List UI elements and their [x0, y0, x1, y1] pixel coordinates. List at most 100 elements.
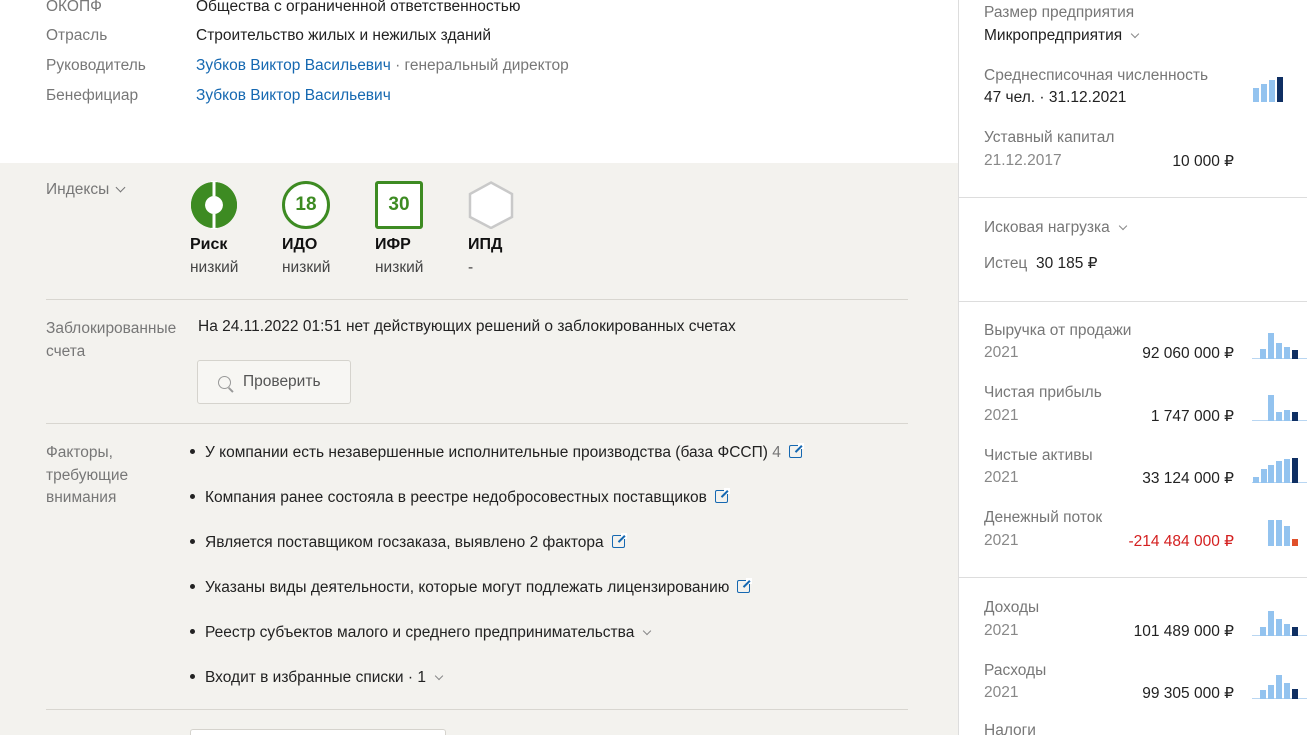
- divider: [46, 299, 908, 300]
- plaintiff-value: 30 185 ₽: [1035, 255, 1098, 272]
- headcount-label: Среднесписочная численность: [984, 67, 1209, 84]
- factors-label: Факторы, требующие внимания: [46, 444, 129, 506]
- income-label: Доходы: [984, 599, 1040, 616]
- external-link-icon[interactable]: [788, 443, 804, 458]
- headcount-value: 47 чел. · 31.12.2021: [984, 89, 1127, 106]
- external-link-icon[interactable]: [737, 578, 753, 593]
- ifr-badge[interactable]: 30: [375, 181, 423, 229]
- income-value: 101 489 000 ₽: [1133, 623, 1234, 640]
- profit-sparkline[interactable]: [1252, 389, 1307, 421]
- net-assets-label: Чистые активы: [984, 447, 1093, 464]
- ifr-level: низкий: [375, 259, 424, 276]
- capital-label: Уставный капитал: [984, 129, 1115, 146]
- search-icon: [218, 375, 231, 389]
- check-button[interactable]: Проверить: [197, 360, 351, 404]
- expenses-sparkline[interactable]: [1252, 667, 1307, 699]
- factor-text: У компании есть незавершенные исполнител…: [205, 444, 768, 461]
- chevron-down-icon: [115, 182, 126, 193]
- partial-field[interactable]: [190, 729, 446, 735]
- beneficiary-value: Зубков Виктор Васильевич: [196, 85, 391, 107]
- beneficiary-name-link[interactable]: Зубков Виктор Васильевич: [196, 87, 391, 104]
- blocked-status-text: На 24.11.2022 01:51 нет действующих реше…: [198, 318, 736, 335]
- plaintiff-label: Истец: [984, 255, 1028, 272]
- chevron-down-icon: [1118, 221, 1127, 231]
- divider: [46, 423, 908, 424]
- capital-date: 21.12.2017: [984, 152, 1062, 169]
- chevron-down-icon: [1130, 29, 1140, 39]
- risk-pie-icon[interactable]: [190, 181, 238, 229]
- revenue-year: 2021: [984, 344, 1019, 361]
- risk-name: Риск: [190, 236, 228, 253]
- cashflow-label: Денежный поток: [984, 509, 1103, 526]
- cashflow-year: 2021: [984, 532, 1019, 549]
- expenses-value: 99 305 000 ₽: [1142, 685, 1234, 702]
- factor-item: Компания ранее состояла в реестре недобр…: [190, 487, 730, 509]
- income-year: 2021: [984, 622, 1019, 639]
- factor-item-expandable[interactable]: Реестр субъектов малого и среднего предп…: [190, 622, 652, 644]
- beneficiary-label: Бенефициар: [46, 87, 139, 104]
- company-indicators: Индексы Риск низкий 18 ИДО низкий 30 ИФР…: [0, 163, 958, 735]
- divider: [959, 197, 1307, 198]
- okopf-label: ОКОПФ: [46, 0, 102, 15]
- factor-count: 4: [767, 444, 781, 461]
- okopf-value: Общества с ограниченной ответственностью: [196, 0, 521, 15]
- divider: [959, 577, 1307, 578]
- revenue-label: Выручка от продажи: [984, 322, 1132, 339]
- income-sparkline[interactable]: [1252, 604, 1307, 636]
- size-value: Микропредприятия: [984, 27, 1123, 44]
- ido-badge[interactable]: 18: [282, 181, 330, 229]
- bullet: [190, 629, 195, 634]
- head-role: · генеральный директор: [390, 57, 569, 74]
- cashflow-sparkline[interactable]: [1252, 514, 1307, 546]
- ido-name: ИДО: [282, 236, 318, 253]
- ipd-name: ИПД: [468, 236, 503, 253]
- ipd-hexagon-icon[interactable]: [467, 181, 515, 229]
- revenue-value: 92 060 000 ₽: [1142, 345, 1234, 362]
- head-name-link[interactable]: Зубков Виктор Васильевич: [196, 57, 391, 74]
- factor-item: Указаны виды деятельности, которые могут…: [190, 577, 753, 599]
- expenses-label: Расходы: [984, 662, 1047, 679]
- factor-text: Компания ранее состояла в реестре недобр…: [205, 489, 707, 506]
- cashflow-value: -214 484 000 ₽: [1128, 533, 1234, 550]
- head-label: Руководитель: [46, 57, 146, 74]
- ipd-level: -: [468, 259, 474, 276]
- indexes-title: Индексы: [46, 181, 110, 198]
- divider: [46, 709, 908, 710]
- bullet: [190, 494, 195, 499]
- taxes-label: Налоги: [984, 722, 1036, 735]
- company-details: ОКОПФ Общества с ограниченной ответствен…: [0, 0, 958, 163]
- expenses-year: 2021: [984, 684, 1019, 701]
- external-link-icon[interactable]: [611, 533, 627, 548]
- chevron-down-icon: [643, 626, 652, 636]
- size-label: Размер предприятия: [984, 4, 1135, 21]
- bullet: [190, 449, 195, 454]
- divider: [959, 301, 1307, 302]
- blocked-label: Заблокированные счета: [46, 320, 177, 360]
- right-sidebar: Размер предприятия Микропредприятия Сред…: [959, 0, 1307, 735]
- revenue-sparkline[interactable]: [1252, 327, 1307, 359]
- plaintiff-row: Истец 30 185 ₽: [984, 254, 1098, 273]
- lawsuit-toggle[interactable]: Исковая нагрузка: [984, 219, 1127, 237]
- factor-text: Входит в избранные списки · 1: [205, 669, 426, 686]
- risk-level: низкий: [190, 259, 239, 276]
- indexes-toggle[interactable]: Индексы: [46, 181, 126, 199]
- head-value: Зубков Виктор Васильевич · генеральный д…: [196, 55, 569, 77]
- headcount-sparkline[interactable]: [1252, 70, 1307, 102]
- capital-value: 10 000 ₽: [1172, 153, 1234, 170]
- size-select[interactable]: Микропредприятия: [984, 27, 1140, 45]
- ifr-name: ИФР: [375, 236, 411, 253]
- net-assets-sparkline[interactable]: [1252, 451, 1307, 483]
- net-assets-year: 2021: [984, 469, 1019, 486]
- profit-year: 2021: [984, 407, 1019, 424]
- factor-item: У компании есть незавершенные исполнител…: [190, 442, 804, 464]
- factor-item: Является поставщиком госзаказа, выявлено…: [190, 532, 627, 554]
- check-button-label: Проверить: [243, 373, 321, 390]
- factor-text: Реестр субъектов малого и среднего предп…: [205, 624, 635, 641]
- industry-value: Строительство жилых и нежилых зданий: [196, 27, 491, 44]
- factor-text: Указаны виды деятельности, которые могут…: [205, 579, 730, 596]
- factor-item-expandable[interactable]: Входит в избранные списки · 1: [190, 667, 444, 689]
- chevron-down-icon: [434, 671, 444, 681]
- industry-label: Отрасль: [46, 27, 108, 44]
- external-link-icon[interactable]: [714, 488, 730, 503]
- lawsuit-label: Исковая нагрузка: [984, 219, 1110, 236]
